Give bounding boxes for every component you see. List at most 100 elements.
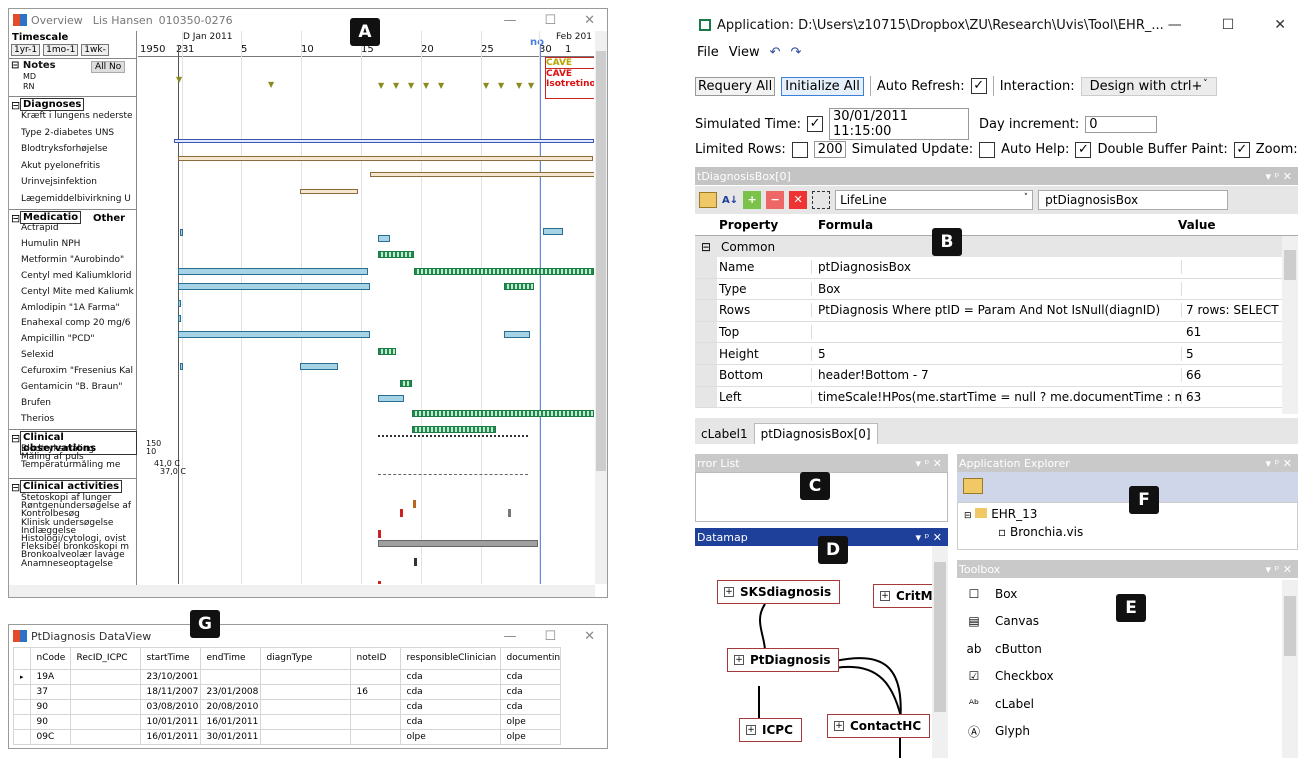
property-formula[interactable]: header!Bottom - 7 xyxy=(812,368,1182,383)
app-maximize-icon[interactable]: ☐ xyxy=(1222,17,1235,33)
property-row[interactable]: Height 5 5 xyxy=(695,343,1298,365)
table-cell[interactable] xyxy=(349,728,401,745)
requery-all-button[interactable]: Requery All xyxy=(695,76,776,96)
add-icon[interactable]: + xyxy=(743,191,762,209)
toolbox-item[interactable]: ☑ Checkbox xyxy=(957,663,1298,691)
activity-marker[interactable] xyxy=(413,500,416,508)
row-selector[interactable] xyxy=(13,728,31,745)
remove-icon[interactable]: − xyxy=(766,191,785,209)
table-cell[interactable]: 37 xyxy=(29,683,71,700)
timeline-bar[interactable] xyxy=(178,268,368,275)
now-cursor[interactable] xyxy=(540,45,541,584)
note-marker[interactable]: ▼ xyxy=(483,81,489,90)
node-contacthc[interactable]: + ContactHC xyxy=(827,714,931,738)
expand-icon[interactable]: + xyxy=(880,591,890,601)
collapse-icon[interactable]: ⊟ xyxy=(964,511,972,521)
note-marker[interactable]: ▼ xyxy=(423,81,429,90)
note-marker[interactable]: ▼ xyxy=(378,81,384,90)
timeline-bar[interactable] xyxy=(378,395,404,402)
property-row[interactable]: Bottom header!Bottom - 7 66 xyxy=(695,364,1298,387)
table-cell[interactable]: 90 xyxy=(29,698,71,715)
double-buffer-checkbox[interactable]: ✓ xyxy=(1233,141,1250,158)
property-row[interactable]: Type Box xyxy=(695,278,1298,301)
horizontal-scrollbar[interactable] xyxy=(9,585,595,597)
timeline-bar[interactable] xyxy=(178,315,181,322)
property-formula[interactable]: timeScale!HPos(me.startTime = null ? me.… xyxy=(812,389,1182,404)
sim-time-input[interactable]: 30/01/2011 11:15:00 xyxy=(829,108,970,140)
table-cell[interactable] xyxy=(349,698,401,715)
open-folder-icon[interactable] xyxy=(963,478,983,494)
dv-close-icon[interactable]: ✕ xyxy=(584,629,595,644)
activity-marker[interactable] xyxy=(414,558,417,566)
timeline-bar[interactable] xyxy=(412,426,496,433)
explorer-controls-icon[interactable]: ▾ ᵖ ✕ xyxy=(1266,457,1298,470)
app-minimize-icon[interactable]: — xyxy=(1168,17,1182,33)
table-row[interactable]: ▸ 19A 23/10/2001 cda cda xyxy=(13,668,561,685)
row-selector[interactable] xyxy=(13,713,31,730)
timeline-bar[interactable] xyxy=(178,300,181,307)
tab-ptdiagnosisbox[interactable]: ptDiagnosisBox[0] xyxy=(753,423,878,444)
timeline-bar[interactable] xyxy=(178,331,370,338)
menu-file[interactable]: File xyxy=(697,45,719,60)
sim-time-checkbox[interactable]: ✓ xyxy=(807,116,824,132)
timeline-bar[interactable] xyxy=(180,229,183,236)
column-header[interactable]: nCode xyxy=(29,647,71,670)
zoom-1yr-button[interactable]: 1yr-1 xyxy=(11,44,41,56)
panel-controls-icon[interactable]: ▾ ᵖ ✕ xyxy=(1266,170,1298,183)
table-cell[interactable]: 90 xyxy=(29,713,71,730)
note-marker[interactable]: ▼ xyxy=(408,81,414,90)
explorer-tree[interactable]: ⊟ EHR_13 ▫ Bronchia.vis xyxy=(957,502,1298,550)
delete-icon[interactable]: ✕ xyxy=(789,191,808,209)
tab-clabel1[interactable]: cLabel1 xyxy=(695,424,754,444)
activity-marker[interactable] xyxy=(508,509,511,517)
timeline-bar[interactable] xyxy=(370,172,594,177)
column-header[interactable]: startTime xyxy=(139,647,201,670)
timeline-bar[interactable] xyxy=(504,331,530,338)
activity-marker[interactable] xyxy=(378,581,381,584)
expand-icon[interactable]: + xyxy=(746,725,756,735)
limited-rows-input[interactable]: 200 xyxy=(813,141,846,158)
vertical-scrollbar[interactable] xyxy=(595,31,607,584)
table-cell[interactable]: cda xyxy=(499,683,561,700)
node-sksdiagnosis[interactable]: + SKSdiagnosis xyxy=(717,580,841,604)
table-row[interactable]: 09C 16/01/2011 30/01/2011 olpe olpe xyxy=(13,728,561,745)
close-icon[interactable]: ✕ xyxy=(584,13,595,28)
table-cell[interactable] xyxy=(199,668,261,685)
datamap-canvas[interactable]: + SKSdiagnosis + CritM + PtDiagnosis + ICPC … xyxy=(695,546,948,758)
group-collapse-icon[interactable]: ⊟ xyxy=(695,240,717,254)
note-marker[interactable]: ▼ xyxy=(498,81,504,90)
expand-icon[interactable]: + xyxy=(724,587,734,597)
maximize-icon[interactable]: ☐ xyxy=(544,13,556,28)
timeline-bar[interactable] xyxy=(504,283,534,290)
node-ptdiagnosis[interactable]: + PtDiagnosis xyxy=(727,648,840,672)
timeline-bar[interactable] xyxy=(178,283,370,290)
property-formula[interactable]: ptDiagnosisBox xyxy=(812,260,1182,275)
folder-icon[interactable] xyxy=(699,192,717,208)
table-cell[interactable] xyxy=(259,713,351,730)
toolbox-controls-icon[interactable]: ▾ ᵖ ✕ xyxy=(1266,563,1298,576)
table-cell[interactable]: 20/08/2010 xyxy=(199,698,261,715)
table-cell[interactable]: 23/10/2001 xyxy=(139,668,201,685)
all-no-button[interactable]: All No xyxy=(91,61,126,73)
table-cell[interactable] xyxy=(259,698,351,715)
column-header[interactable]: documentingUse xyxy=(499,647,561,670)
table-cell[interactable]: 03/08/2010 xyxy=(139,698,201,715)
table-cell[interactable]: 23/01/2008 xyxy=(199,683,261,700)
dv-minimize-icon[interactable]: — xyxy=(503,629,516,644)
timeline-bar[interactable] xyxy=(414,268,594,275)
timeline-bar[interactable] xyxy=(378,251,414,258)
activity-marker[interactable] xyxy=(378,530,381,538)
table-cell[interactable]: 16/01/2011 xyxy=(139,728,201,745)
timeline-bar[interactable] xyxy=(180,363,183,370)
table-cell[interactable]: olpe xyxy=(499,713,561,730)
toolbox-scrollbar[interactable] xyxy=(1282,580,1298,758)
tree-child[interactable]: ▫ Bronchia.vis xyxy=(998,525,1083,539)
table-cell[interactable]: cda xyxy=(399,683,501,700)
column-header[interactable]: responsibleClinician xyxy=(399,647,501,670)
redo-icon[interactable]: ↷ xyxy=(791,45,802,60)
activity-marker[interactable] xyxy=(400,509,403,517)
note-marker[interactable]: ▼ xyxy=(268,80,274,89)
expand-icon[interactable]: + xyxy=(834,721,844,731)
table-cell[interactable]: 16/01/2011 xyxy=(199,713,261,730)
initialize-all-button[interactable]: Initialize All xyxy=(781,76,864,96)
